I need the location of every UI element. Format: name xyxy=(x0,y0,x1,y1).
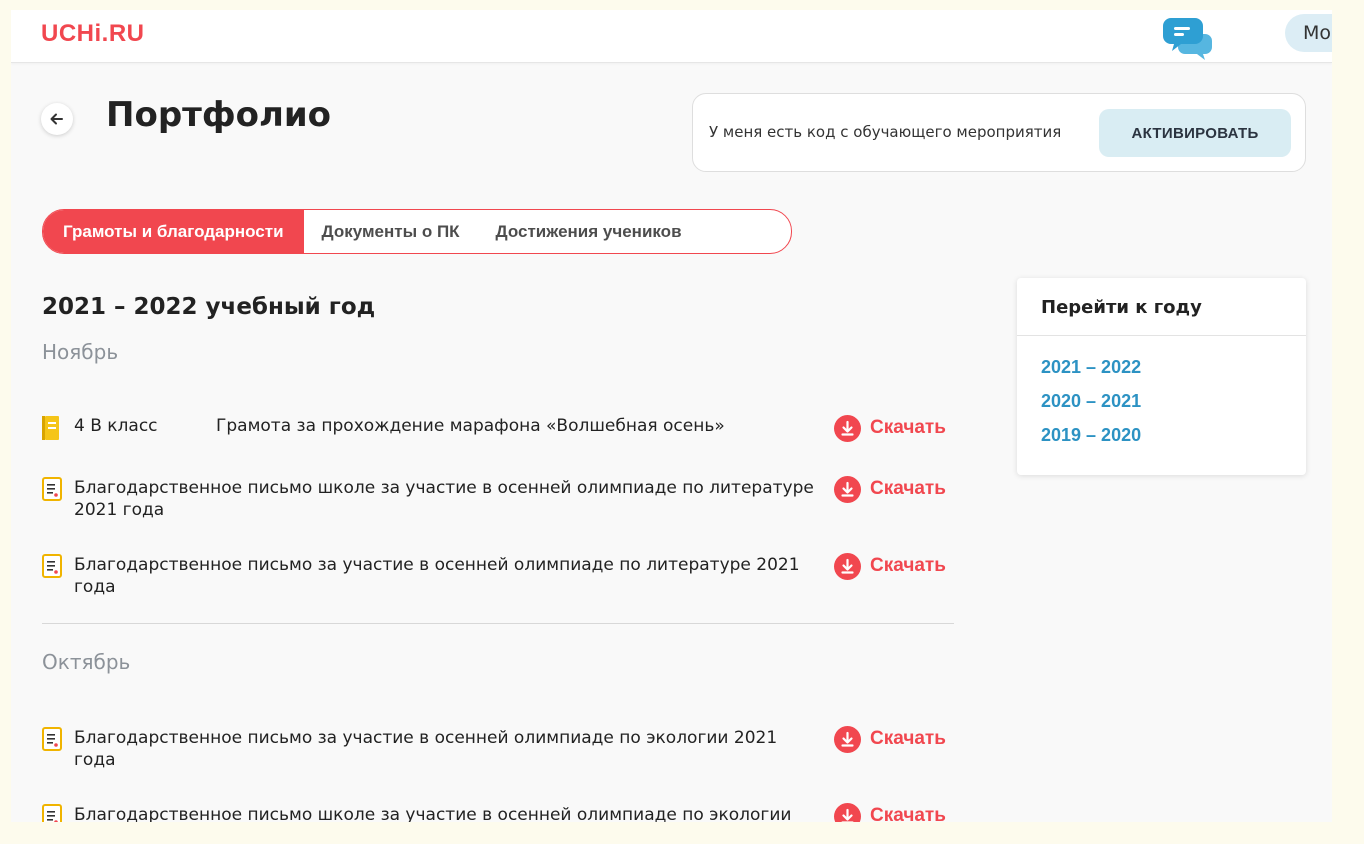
top-bar: UCHi.RU Mo xyxy=(11,10,1332,63)
download-icon xyxy=(834,552,861,580)
app-frame: UCHi.RU Mo Портфолио У меня есть код с о… xyxy=(11,10,1332,822)
back-button[interactable] xyxy=(41,103,73,135)
year-heading: 2021 – 2022 учебный год xyxy=(42,294,376,320)
arrow-left-icon xyxy=(50,113,63,125)
item-title: Благодарственное письмо школе за участие… xyxy=(74,478,814,520)
download-icon xyxy=(834,802,861,822)
year-link-2021-2022[interactable]: 2021 – 2022 xyxy=(1041,357,1141,378)
item-title: Благодарственное письмо школе за участие… xyxy=(74,805,792,822)
download-label: Скачать xyxy=(870,805,946,822)
activate-button[interactable]: АКТИВИРОВАТЬ xyxy=(1099,109,1291,157)
profile-menu-button[interactable]: Mo xyxy=(1285,14,1332,52)
month-divider xyxy=(42,623,954,624)
logo[interactable]: UCHi.RU xyxy=(41,20,145,48)
download-button[interactable]: Скачать xyxy=(834,802,946,822)
download-label: Скачать xyxy=(870,417,946,438)
download-button[interactable]: Скачать xyxy=(834,552,946,580)
download-label: Скачать xyxy=(870,555,946,576)
year-link-2020-2021[interactable]: 2020 – 2021 xyxy=(1041,391,1141,412)
letter-document-icon xyxy=(42,727,62,751)
month-heading: Октябрь xyxy=(42,650,131,674)
letter-document-icon xyxy=(42,477,62,501)
tab-student-achievements[interactable]: Достижения учеников xyxy=(478,210,700,253)
letter-document-icon xyxy=(42,554,62,578)
download-button[interactable]: Скачать xyxy=(834,414,946,442)
code-activation-text: У меня есть код с обучающего мероприятия xyxy=(709,123,1062,141)
download-button[interactable]: Скачать xyxy=(834,725,946,753)
year-nav-divider xyxy=(1017,335,1306,336)
year-link-2019-2020[interactable]: 2019 – 2020 xyxy=(1041,425,1141,446)
certificate-icon xyxy=(42,416,59,440)
month-heading: Ноябрь xyxy=(42,340,119,364)
download-icon xyxy=(834,475,861,503)
download-label: Скачать xyxy=(870,728,946,749)
item-title: Благодарственное письмо за участие в осе… xyxy=(74,555,800,597)
year-nav-title: Перейти к году xyxy=(1041,297,1202,318)
page-title: Портфолио xyxy=(106,95,332,135)
portfolio-tabs: Грамоты и благодарности Документы о ПК Д… xyxy=(42,209,792,254)
tab-certificates[interactable]: Грамоты и благодарности xyxy=(43,210,304,253)
chat-bubbles-icon[interactable] xyxy=(1163,16,1213,60)
letter-document-icon xyxy=(42,804,62,822)
download-icon xyxy=(834,414,861,442)
download-button[interactable]: Скачать xyxy=(834,475,946,503)
item-class-label: 4 В класс xyxy=(74,416,158,436)
item-title: Грамота за прохождение марафона «Волшебн… xyxy=(216,416,725,436)
code-activation-panel: У меня есть код с обучающего мероприятия… xyxy=(692,93,1306,172)
item-title: Благодарственное письмо за участие в осе… xyxy=(74,728,778,770)
download-icon xyxy=(834,725,861,753)
tab-pk-documents[interactable]: Документы о ПК xyxy=(304,210,478,253)
year-nav-card: Перейти к году 2021 – 2022 2020 – 2021 2… xyxy=(1017,278,1306,475)
download-label: Скачать xyxy=(870,478,946,499)
